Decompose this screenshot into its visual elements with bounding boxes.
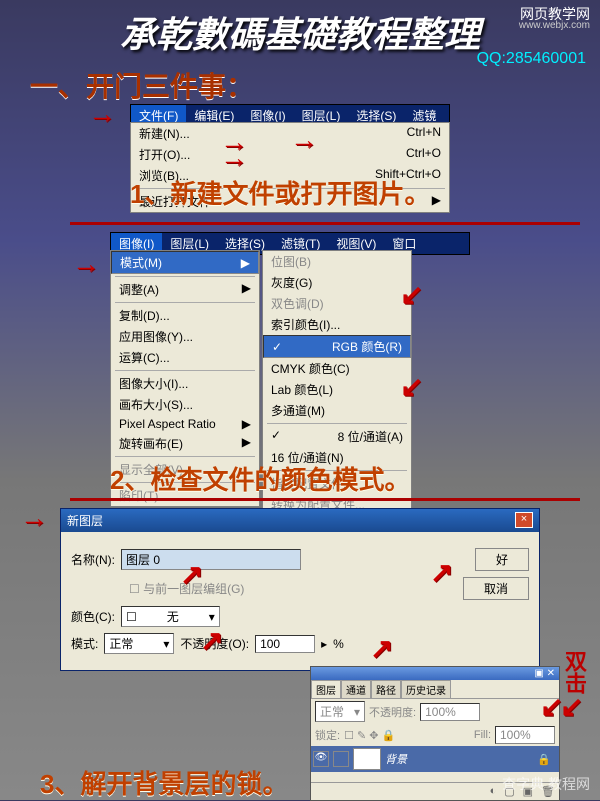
menu-item-adjust[interactable]: 调整(A)▶ (111, 279, 259, 300)
tab-layers[interactable]: 图层 (311, 680, 341, 698)
mode-multichannel[interactable]: 多通道(M) (263, 400, 411, 421)
name-input[interactable]: 图层 0 (121, 549, 301, 570)
arrow-icon (220, 142, 248, 174)
mode-duotone: 双色调(D) (263, 293, 411, 314)
arrow-icon (400, 370, 423, 403)
double-click-label: 双击 (558, 650, 590, 694)
panel-tabs[interactable]: 图层 通道 路径 历史记录 (311, 680, 559, 699)
mode-lab[interactable]: Lab 颜色(L) (263, 379, 411, 400)
layer-row-background[interactable]: 👁 背景 🔒 (311, 746, 559, 772)
arrow-icon (290, 124, 318, 156)
blend-select: 正常▾ (315, 701, 365, 722)
mode-select[interactable]: 正常▾ (104, 633, 174, 654)
tab-channels[interactable]: 通道 (341, 680, 371, 698)
arrow-icon (180, 558, 203, 591)
arrow-icon (200, 624, 223, 657)
lock-label: 锁定: (315, 727, 340, 743)
mode-cmyk[interactable]: CMYK 颜色(C) (263, 358, 411, 379)
mode-indexed[interactable]: 索引颜色(I)... (263, 314, 411, 335)
mode-label: 模式: (71, 635, 98, 652)
arrow-icon (20, 502, 48, 534)
caption-1: 1、新建文件或打开图片。 (130, 174, 430, 211)
mode-8bit[interactable]: ✓8 位/通道(A) (263, 426, 411, 447)
qq-contact: QQ:285460001 (477, 50, 586, 68)
menu-item-apply[interactable]: 应用图像(Y)... (111, 326, 259, 347)
dialog-titlebar[interactable]: 新图层 × (61, 509, 539, 532)
arrow-icon (560, 690, 583, 723)
menu-item-mode[interactable]: 模式(M)▶ (111, 251, 259, 274)
menu-item-imgsize[interactable]: 图像大小(I)... (111, 373, 259, 394)
caption-2: 2、检查文件的颜色模式。 (110, 460, 410, 497)
brand-url: www.webjx.com (519, 20, 590, 31)
mode-rgb[interactable]: ✓RGB 颜色(R) (263, 335, 411, 358)
tab-paths[interactable]: 路径 (371, 680, 401, 698)
divider (70, 222, 580, 225)
arrow-icon (88, 98, 116, 130)
new-layer-dialog: 新图层 × 名称(N): 图层 0 好 ☐ 与前一图层编组(G) 取消 颜色(C… (60, 508, 540, 671)
menu-item-rotate[interactable]: 旋转画布(E)▶ (111, 433, 259, 454)
panel-opacity-label: 不透明度: (369, 704, 416, 720)
dialog-title-text: 新图层 (67, 512, 103, 529)
menu-item-par[interactable]: Pixel Aspect Ratio▶ (111, 415, 259, 433)
name-label: 名称(N): (71, 551, 115, 568)
lock-icon: 🔒 (537, 753, 551, 766)
tab-history[interactable]: 历史记录 (401, 680, 451, 698)
arrow-icon (72, 248, 100, 280)
color-label: 颜色(C): (71, 608, 115, 625)
mode-grayscale[interactable]: 灰度(G) (263, 272, 411, 293)
menu-item-calc[interactable]: 运算(C)... (111, 347, 259, 368)
pct-label: % (333, 637, 344, 651)
ok-button[interactable]: 好 (475, 548, 529, 571)
arrow-icon (430, 556, 453, 589)
visibility-icon[interactable]: 👁 (313, 751, 329, 767)
panel-titlebar[interactable]: ▣ ✕ (311, 667, 559, 680)
menu-item-canvas[interactable]: 画布大小(S)... (111, 394, 259, 415)
arrow-icon (400, 278, 423, 311)
panel-opacity: 100% (420, 703, 480, 721)
section-1-heading: 一、开门三件事： (30, 65, 254, 105)
watermark: 查字典 教程网 (502, 774, 590, 794)
caption-3: 3、解开背景层的锁。 (40, 764, 288, 801)
close-icon[interactable]: × (515, 512, 533, 528)
tutorial-title: 承乾數碼基礎教程整理 (120, 6, 480, 58)
menu-item-duplicate[interactable]: 复制(D)... (111, 305, 259, 326)
cancel-button[interactable]: 取消 (463, 577, 529, 600)
mode-bitmap: 位图(B) (263, 251, 411, 272)
link-icon[interactable] (333, 751, 349, 767)
opacity-input[interactable]: 100 (255, 635, 315, 653)
layer-name: 背景 (385, 751, 407, 767)
divider (70, 498, 580, 501)
layer-thumb (353, 748, 381, 770)
fill-label: Fill: (474, 729, 491, 741)
arrow-icon (370, 632, 393, 665)
fill-value: 100% (495, 726, 555, 744)
panel-btn-icon[interactable]: ◐ (490, 785, 497, 798)
